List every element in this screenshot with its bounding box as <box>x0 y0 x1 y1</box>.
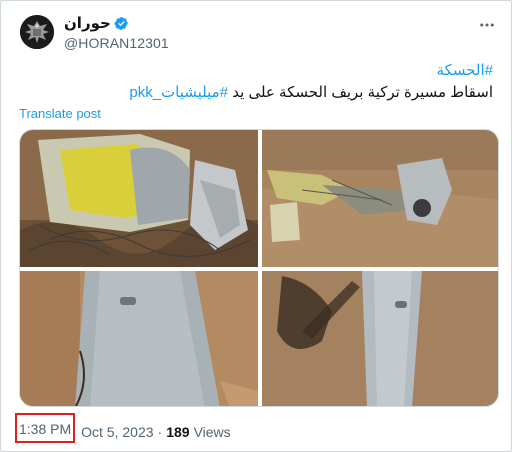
tweet-text-main: اسقاط مسيرة تركية بريف الحسكة على يد <box>232 84 493 101</box>
photo-drone-wreckage-yellow[interactable] <box>20 130 258 267</box>
views-label: Views <box>193 424 231 440</box>
photo-drone-debris-field[interactable] <box>262 130 498 267</box>
hashtag-link[interactable]: #الحسكة <box>437 61 493 79</box>
display-name-row: حوران <box>64 13 169 33</box>
media-grid <box>19 129 499 407</box>
tweet-text: اسقاط مسيرة تركية بريف الحسكة على يد #مي… <box>129 83 493 101</box>
photo-wing-panel-ground[interactable] <box>20 271 258 406</box>
meta-separator: · <box>157 424 163 440</box>
avatar[interactable] <box>20 15 54 49</box>
display-name[interactable]: حوران <box>64 14 111 32</box>
verified-badge-icon <box>114 16 129 31</box>
author-handle[interactable]: @HORAN12301 <box>64 35 169 51</box>
hashtag-link-pkk[interactable]: #ميليشيات_pkk <box>129 84 228 101</box>
translate-post-link[interactable]: Translate post <box>19 106 101 121</box>
eagle-emblem-icon <box>20 15 54 49</box>
more-options-icon[interactable] <box>477 15 497 35</box>
tweet-card: حوران @HORAN12301 #الحسكة اسقاط مسيرة تر… <box>0 0 512 452</box>
views-count: 189 <box>166 424 190 440</box>
author-block: حوران @HORAN12301 <box>64 13 169 51</box>
tweet-meta: 1:38 PM Oct 5, 2023 · 189 Views <box>15 413 231 443</box>
timestamp-time[interactable]: 1:38 PM <box>15 413 76 443</box>
photo-wing-with-shadow[interactable] <box>262 271 498 406</box>
timestamp-date[interactable]: Oct 5, 2023 <box>81 424 153 440</box>
